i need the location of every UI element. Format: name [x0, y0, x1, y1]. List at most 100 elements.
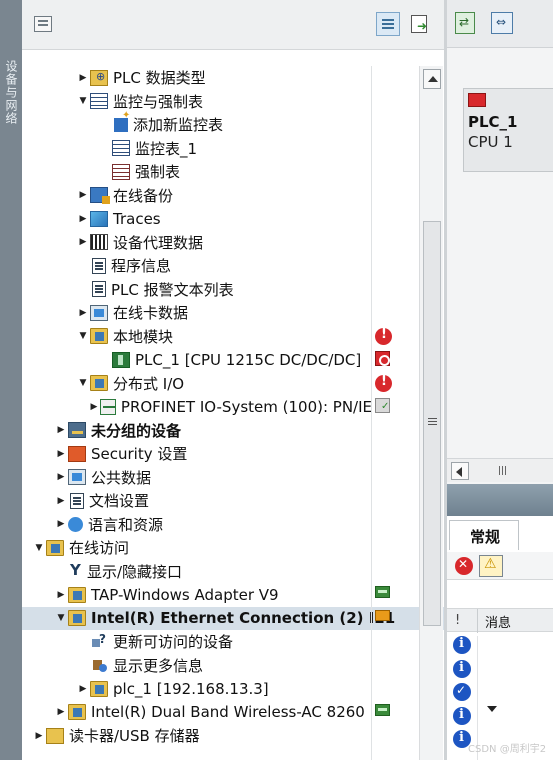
column-divider[interactable]: [477, 609, 478, 633]
tree-item-label: 监控表_1: [135, 139, 198, 158]
tree-item[interactable]: ▶ 在线备份: [22, 184, 372, 207]
collapse-arrow-icon[interactable]: ▼: [76, 378, 90, 388]
grip-icon: [428, 418, 437, 419]
expand-arrow-icon[interactable]: ▶: [76, 308, 90, 318]
expand-arrow-icon[interactable]: ▶: [76, 190, 90, 200]
tree-item[interactable]: ▼ 在线访问: [22, 536, 372, 559]
card-reader-icon: [46, 727, 64, 744]
tree-item[interactable]: ▶ PROFINET IO-System (100): PN/IE: [22, 395, 373, 418]
collapse-arrow-icon[interactable]: ▼: [32, 543, 46, 553]
device-name: PLC_1: [468, 113, 518, 131]
expand-arrow-icon[interactable]: ▶: [76, 237, 90, 247]
scroll-left-icon[interactable]: [451, 462, 469, 480]
tree-item[interactable]: ▶ 在线卡数据: [22, 301, 372, 324]
status-column: [371, 66, 395, 760]
expand-arrow-icon[interactable]: ▶: [54, 519, 68, 529]
device-box[interactable]: PLC_1 CPU 1: [463, 88, 553, 172]
error-icon: [375, 374, 392, 392]
expand-arrow-icon[interactable]: ▶: [54, 449, 68, 459]
expand-arrow-icon[interactable]: ▶: [54, 707, 68, 717]
horizontal-scrollbar[interactable]: [447, 458, 553, 482]
tree-item[interactable]: ▶ 公共数据: [22, 466, 372, 489]
adapter-status-icon: [375, 586, 390, 598]
tree-item-label: 未分组的设备: [91, 421, 182, 440]
tree-toolbar: [22, 0, 444, 50]
tree-item[interactable]: ▶ 语言和资源: [22, 513, 372, 536]
error-filter-icon[interactable]: [455, 557, 473, 575]
expand-arrow-icon[interactable]: ▶: [76, 214, 90, 224]
col-message[interactable]: 消息: [485, 612, 511, 631]
tree-item[interactable]: 强制表: [22, 160, 372, 183]
expand-arrow-icon[interactable]: ▶: [54, 425, 68, 435]
tree-item[interactable]: ▶ 未分组的设备: [22, 419, 372, 442]
tree-item[interactable]: 添加新监控表: [22, 110, 372, 136]
tree-item[interactable]: ▶ 读卡器/USB 存储器: [22, 724, 372, 747]
connection-status-icon: [375, 609, 390, 621]
watermark: CSDN @周利宇2: [468, 744, 547, 755]
swap-icon[interactable]: [455, 12, 475, 34]
vertical-scrollbar[interactable]: [419, 66, 443, 760]
expand-arrow-icon[interactable]: ▶: [32, 731, 46, 741]
network-view-icon[interactable]: [491, 12, 513, 34]
strip-title: 设备与网络: [4, 60, 18, 125]
success-icon: [453, 683, 471, 701]
tree-item-label: 更新可访问的设备: [113, 633, 234, 651]
adapter-status-icon: [375, 703, 390, 716]
tree-item-label: Intel(R) Ethernet Connection (2) I21: [91, 609, 396, 627]
tree-item-label: 强制表: [135, 163, 181, 181]
tree-item-label: Intel(R) Dual Band Wireless-AC 8260: [91, 703, 365, 721]
tree-item[interactable]: PLC 报警文本列表: [22, 278, 372, 301]
alarm-text-icon: [92, 281, 106, 297]
detail-view-toggle-icon[interactable]: [376, 12, 400, 36]
show-hide-interfaces-icon: [68, 561, 82, 579]
expand-arrow-icon[interactable]: ▶: [76, 73, 90, 83]
tree-item[interactable]: PLC_1 [CPU 1215C DC/DC/DC]: [22, 348, 372, 371]
tree-item[interactable]: 更新可访问的设备: [22, 630, 372, 653]
tab-general[interactable]: 常规: [449, 520, 519, 550]
tree-item[interactable]: ▶ Security 设置: [22, 442, 372, 465]
tree-item[interactable]: 显示更多信息: [22, 654, 372, 677]
collapse-arrow-icon[interactable]: ▼: [54, 613, 68, 623]
tree-item-label: 分布式 I/O: [113, 374, 185, 393]
col-excl[interactable]: !: [455, 613, 460, 628]
tree-item[interactable]: ▶ Traces: [22, 207, 372, 230]
expand-arrow-icon[interactable]: ▶: [76, 684, 90, 694]
tree-item[interactable]: ▶ 设备代理数据: [22, 231, 372, 254]
tree-item[interactable]: 显示/隐藏接口: [22, 560, 372, 583]
tree-item-label: PLC 数据类型: [113, 69, 206, 87]
tree-item[interactable]: ▶ plc_1 [192.168.13.3]: [22, 677, 372, 700]
tree-item[interactable]: ▶ 文档设置: [22, 489, 372, 512]
warning-filter-icon[interactable]: [479, 555, 503, 577]
tree-item[interactable]: ▼ 分布式 I/O: [22, 372, 372, 395]
collapse-arrow-icon[interactable]: ▼: [76, 96, 90, 106]
tree-item-label: plc_1 [192.168.13.3]: [113, 679, 269, 698]
tree-item[interactable]: 程序信息: [22, 254, 372, 277]
tree-item-label: 添加新监控表: [133, 116, 224, 134]
tree-item[interactable]: 监控表_1: [22, 137, 372, 160]
expand-arrow-icon[interactable]: ▶: [54, 496, 68, 506]
security-icon: [68, 445, 86, 462]
tree-item-label: 读卡器/USB 存储器: [69, 727, 200, 745]
chevron-down-icon[interactable]: [487, 706, 497, 712]
tree-item[interactable]: ▶ TAP-Windows Adapter V9: [22, 583, 372, 606]
devices-networks-strip[interactable]: 设备与网络: [0, 0, 22, 760]
tree-item[interactable]: ▼ 本地模块: [22, 325, 372, 348]
expand-arrow-icon[interactable]: ▶: [54, 472, 68, 482]
scroll-thumb[interactable]: [423, 221, 441, 626]
plc-online-icon: [90, 680, 108, 697]
common-data-icon: [68, 469, 86, 485]
tree-item[interactable]: ▶ PLC 数据类型: [22, 66, 372, 89]
scroll-up-icon[interactable]: [423, 69, 441, 89]
expand-arrow-icon[interactable]: ▶: [54, 590, 68, 600]
message-filters: [447, 552, 553, 580]
info-icon: [453, 636, 471, 654]
tree-view-icon[interactable]: [34, 16, 52, 32]
collapse-arrow-icon[interactable]: ▼: [76, 331, 90, 341]
tree-item-label: 文档设置: [89, 492, 150, 510]
tree-item[interactable]: ▶ Intel(R) Dual Band Wireless-AC 8260: [22, 701, 372, 724]
go-to-icon[interactable]: [408, 12, 432, 36]
ungrouped-devices-icon: [68, 422, 86, 438]
expand-arrow-icon[interactable]: ▶: [88, 402, 100, 412]
tree-item-label: 本地模块: [113, 327, 174, 346]
tree-item[interactable]: ▼ 监控与强制表: [22, 90, 372, 113]
